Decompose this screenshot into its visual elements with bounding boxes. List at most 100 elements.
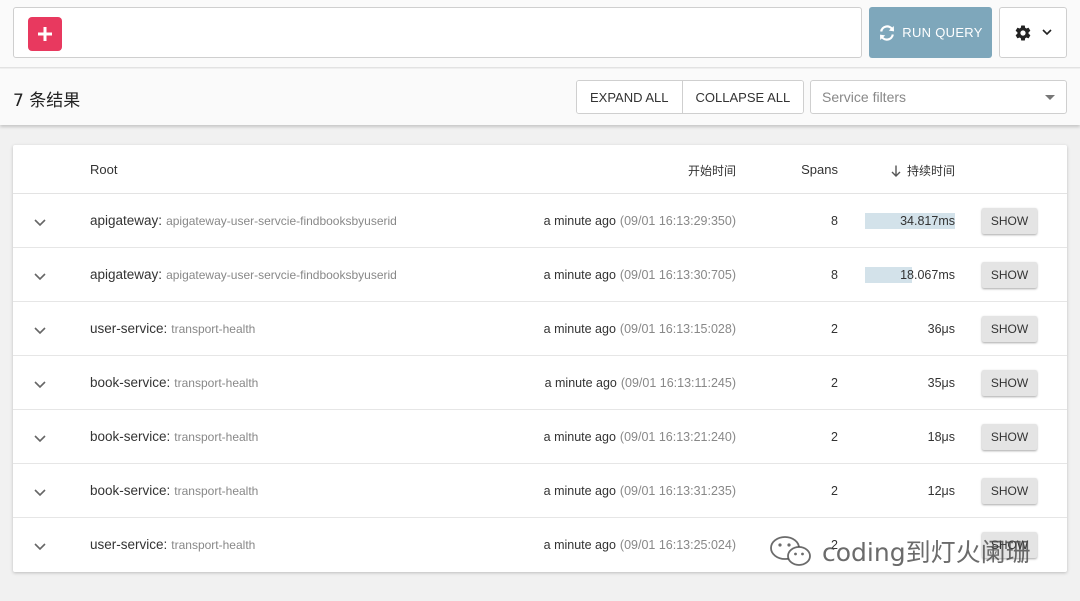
start-time-absolute: (09/01 16:13:31:235): [619, 484, 736, 498]
duration-cell: 18μs: [865, 429, 955, 445]
expand-row-chevron-icon[interactable]: [34, 323, 46, 338]
root-service: apigateway: apigateway-user-servcie-findb…: [90, 213, 397, 228]
show-trace-button[interactable]: SHOW: [982, 208, 1037, 234]
duration-value: 34.817ms: [900, 214, 955, 228]
span-name: transport-health: [171, 538, 256, 552]
service-name: book-service:: [90, 429, 171, 444]
start-time-relative: a minute ago: [543, 484, 616, 498]
span-name: transport-health: [174, 430, 259, 444]
results-count: 7 条结果: [13, 91, 81, 111]
run-query-button[interactable]: RUN QUERY: [869, 7, 992, 58]
collapse-all-button[interactable]: COLLAPSE ALL: [681, 81, 804, 113]
table-row[interactable]: apigateway: apigateway-user-servcie-findb…: [13, 248, 1067, 302]
table-row[interactable]: book-service: transport-health a minute ag…: [13, 356, 1067, 410]
duration-value: 18.067ms: [900, 268, 955, 282]
start-time-absolute: (09/01 16:13:29:350): [619, 214, 736, 228]
dropdown-caret-icon: [1045, 95, 1055, 100]
root-service: apigateway: apigateway-user-servcie-findb…: [90, 267, 397, 282]
column-header-root: Root: [90, 162, 118, 177]
duration-value: 18μs: [927, 430, 955, 444]
start-time-relative: a minute ago: [543, 322, 616, 336]
root-service: user-service: transport-health: [90, 537, 255, 552]
wechat-icon: [770, 536, 811, 566]
settings-button[interactable]: [999, 7, 1067, 58]
expand-row-chevron-icon[interactable]: [34, 485, 46, 500]
table-header: Root 开始时间 Spans 持续时间: [13, 145, 1067, 194]
service-filter-select[interactable]: Service filters: [810, 80, 1067, 114]
column-header-duration[interactable]: 持续时间: [891, 162, 955, 179]
root-service: book-service: transport-health: [90, 429, 258, 444]
span-count: 2: [831, 430, 838, 444]
start-time-relative: a minute ago: [543, 268, 616, 282]
duration-cell: 35μs: [865, 375, 955, 391]
arrow-down-icon: [891, 165, 901, 177]
start-time: a minute ago (09/01 16:13:31:235): [544, 484, 736, 498]
span-name: transport-health: [174, 376, 259, 390]
start-time-relative: a minute ago: [544, 376, 617, 390]
duration-value: 12μs: [927, 484, 955, 498]
expand-all-button[interactable]: EXPAND ALL: [577, 81, 682, 113]
duration-cell: 34.817ms: [865, 213, 955, 229]
start-time-absolute: (09/01 16:13:11:245): [620, 376, 736, 390]
results-header: 7 条结果 EXPAND ALL COLLAPSE ALL Service fi…: [0, 69, 1080, 125]
start-time-relative: a minute ago: [543, 214, 616, 228]
root-service: book-service: transport-health: [90, 375, 258, 390]
show-trace-button[interactable]: SHOW: [982, 370, 1037, 396]
start-time: a minute ago (09/01 16:13:30:705): [544, 268, 736, 282]
root-service: user-service: transport-health: [90, 321, 255, 336]
span-count: 8: [831, 214, 838, 228]
start-time-relative: a minute ago: [543, 430, 616, 444]
start-time-relative: a minute ago: [543, 538, 616, 552]
add-criteria-button[interactable]: [28, 17, 62, 51]
show-trace-button[interactable]: SHOW: [982, 478, 1037, 504]
duration-cell: 36μs: [865, 321, 955, 337]
column-header-spans[interactable]: Spans: [801, 162, 838, 177]
span-count: 2: [831, 484, 838, 498]
start-time: a minute ago (09/01 16:13:11:245): [545, 376, 736, 390]
gear-icon: [1015, 25, 1031, 41]
start-time-absolute: (09/01 16:13:30:705): [619, 268, 736, 282]
refresh-icon: [880, 24, 895, 41]
run-query-label: RUN QUERY: [902, 25, 983, 40]
column-header-start-time[interactable]: 开始时间: [688, 162, 736, 179]
expand-row-chevron-icon[interactable]: [34, 431, 46, 446]
table-row[interactable]: user-service: transport-health a minute ag…: [13, 302, 1067, 356]
duration-cell: 18.067ms: [865, 267, 955, 283]
show-trace-button[interactable]: SHOW: [982, 262, 1037, 288]
expand-row-chevron-icon[interactable]: [34, 215, 46, 230]
duration-cell: 12μs: [865, 483, 955, 499]
start-time-absolute: (09/01 16:13:25:024): [619, 538, 736, 552]
span-name: transport-health: [171, 322, 256, 336]
service-filter-placeholder: Service filters: [822, 89, 907, 105]
expand-row-chevron-icon[interactable]: [34, 377, 46, 392]
expand-row-chevron-icon[interactable]: [34, 539, 46, 554]
start-time: a minute ago (09/01 16:13:15:028): [544, 322, 736, 336]
span-count: 2: [831, 322, 838, 336]
duration-value: 35μs: [927, 376, 955, 390]
expand-collapse-group: EXPAND ALL COLLAPSE ALL: [576, 80, 805, 114]
duration-value: 36μs: [927, 322, 955, 336]
service-name: apigateway:: [90, 267, 163, 282]
start-time: a minute ago (09/01 16:13:25:024): [544, 538, 736, 552]
span-name: apigateway-user-servcie-findbooksbyuseri…: [166, 268, 397, 282]
table-row[interactable]: book-service: transport-health a minute ag…: [13, 410, 1067, 464]
expand-row-chevron-icon[interactable]: [34, 269, 46, 284]
span-name: transport-health: [174, 484, 259, 498]
table-row[interactable]: apigateway: apigateway-user-servcie-findb…: [13, 194, 1067, 248]
show-trace-button[interactable]: SHOW: [982, 316, 1037, 342]
service-name: book-service:: [90, 483, 171, 498]
query-input[interactable]: [13, 7, 862, 58]
start-time-absolute: (09/01 16:13:15:028): [619, 322, 736, 336]
query-toolbar: RUN QUERY: [0, 0, 1080, 68]
service-name: user-service:: [90, 537, 168, 552]
start-time-absolute: (09/01 16:13:21:240): [619, 430, 736, 444]
span-count: 2: [831, 376, 838, 390]
chevron-down-icon: [1042, 29, 1052, 36]
trace-table: Root 开始时间 Spans 持续时间 apigateway: apigatew…: [13, 145, 1067, 572]
service-name: book-service:: [90, 375, 171, 390]
start-time: a minute ago (09/01 16:13:29:350): [544, 214, 736, 228]
span-name: apigateway-user-servcie-findbooksbyuseri…: [166, 214, 397, 228]
show-trace-button[interactable]: SHOW: [982, 424, 1037, 450]
table-row[interactable]: book-service: transport-health a minute ag…: [13, 464, 1067, 518]
service-name: user-service:: [90, 321, 168, 336]
